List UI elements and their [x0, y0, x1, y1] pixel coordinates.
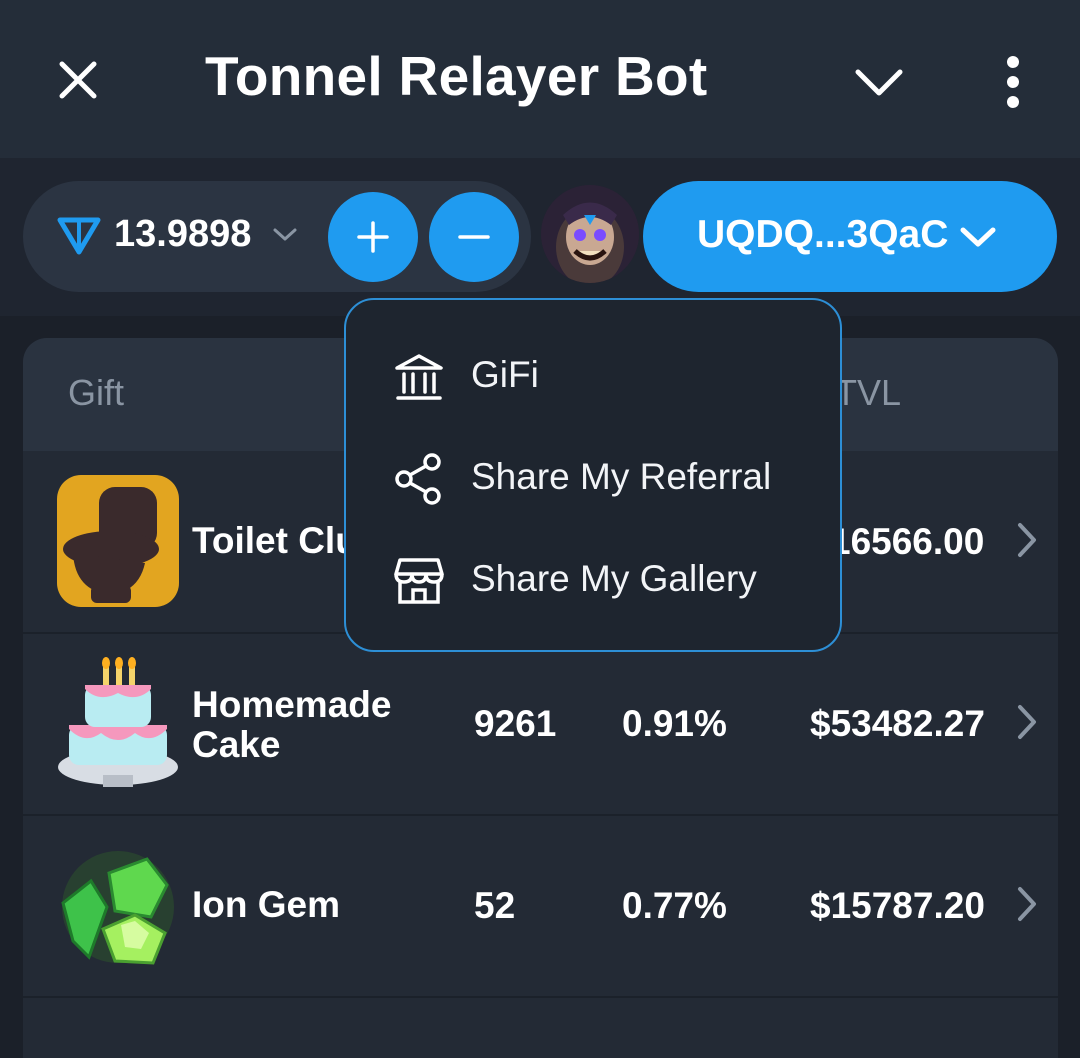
store-icon: [394, 558, 444, 604]
column-header-tvl[interactable]: TVL: [835, 372, 901, 414]
chevron-down-icon[interactable]: [852, 62, 906, 102]
tvl-value: $53482.27: [810, 703, 985, 744]
cake-gift-image: [58, 657, 178, 787]
menu-item-label: Share My Referral: [471, 456, 772, 497]
chevron-down-icon[interactable]: [272, 226, 298, 244]
table-row[interactable]: Ion Gem 52 0.77% $15787.20: [23, 815, 1058, 998]
chevron-right-icon: [1018, 705, 1036, 739]
change-value: 0.77%: [622, 885, 727, 926]
close-icon[interactable]: [54, 56, 102, 104]
balance-value: 13.9898: [114, 213, 252, 255]
menu-item-share-referral[interactable]: Share My Referral: [346, 428, 840, 524]
gift-name: Homemade Cake: [192, 684, 392, 765]
withdraw-button[interactable]: [429, 192, 519, 282]
plus-icon: [357, 221, 389, 253]
gem-gift-image: [61, 851, 174, 965]
avatar[interactable]: [541, 185, 639, 283]
chevron-down-icon: [960, 227, 996, 247]
chevron-right-icon: [1018, 887, 1036, 921]
chevron-right-icon: [1018, 523, 1036, 557]
toilet-gift-image: [57, 475, 179, 607]
menu-item-gifi[interactable]: GiFi: [346, 326, 840, 422]
menu-item-share-gallery[interactable]: Share My Gallery: [346, 530, 840, 626]
ton-icon: [57, 217, 101, 255]
wallet-address: UQDQ...3QaC: [697, 213, 949, 256]
deposit-button[interactable]: [328, 192, 418, 282]
change-value: 0.91%: [622, 703, 727, 744]
share-icon: [395, 453, 441, 505]
table-row[interactable]: Homemade Cake 9261 0.91% $53482.27: [23, 633, 1058, 816]
supply-value: 52: [474, 885, 516, 926]
menu-item-label: GiFi: [471, 354, 539, 395]
menu-item-label: Share My Gallery: [471, 558, 757, 599]
gift-name: Ion Gem: [192, 884, 341, 925]
minus-icon: [458, 235, 490, 239]
column-header-gift[interactable]: Gift: [68, 372, 124, 414]
page-title: Tonnel Relayer Bot: [205, 45, 708, 107]
more-icon[interactable]: [996, 54, 1030, 110]
wallet-dropdown-menu: GiFi Share My Referral Share My Gallery: [344, 298, 842, 652]
tvl-value: 16566.00: [830, 521, 985, 562]
bank-icon: [395, 354, 443, 400]
avatar-image: [541, 185, 639, 283]
supply-value: 9261: [474, 703, 557, 744]
tvl-value: $15787.20: [810, 885, 985, 926]
